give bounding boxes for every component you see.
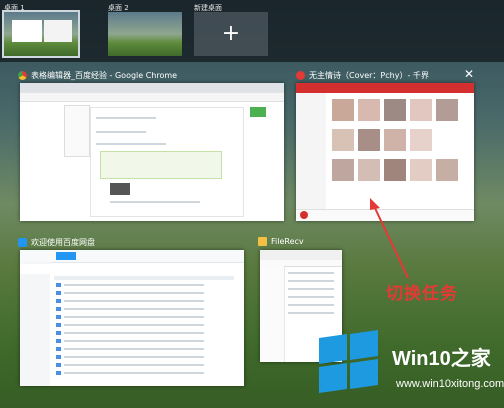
cloud-icon bbox=[18, 238, 27, 247]
annotation-text: 切换任务 bbox=[386, 284, 458, 304]
desktop-2-thumbnail[interactable] bbox=[108, 12, 182, 56]
brand-name: Win10之家 bbox=[392, 348, 491, 370]
close-icon[interactable]: ✕ bbox=[464, 68, 474, 80]
chrome-window-title: 表格编辑器_百度经验 - Google Chrome bbox=[18, 70, 177, 81]
folder-icon bbox=[258, 237, 267, 246]
new-desktop-button[interactable]: + bbox=[194, 12, 268, 56]
desktop-1-thumbnail[interactable] bbox=[2, 10, 80, 58]
plus-icon: + bbox=[221, 21, 241, 46]
desktop-switcher-bar: 桌面 1 桌面 2 新建桌面 + bbox=[0, 0, 504, 62]
brand-url: www.win10xitong.com bbox=[396, 378, 504, 390]
baidupan-window-title: 欢迎使用百度网盘 bbox=[18, 237, 95, 248]
music-window-title: 无主情诗（Cover：Pchy）- 千界 bbox=[296, 70, 429, 81]
annotation-arrow-icon bbox=[370, 198, 409, 279]
windows-logo-icon bbox=[319, 330, 379, 393]
chrome-icon bbox=[18, 71, 27, 80]
chrome-window-preview[interactable] bbox=[20, 83, 284, 221]
baidupan-window-preview[interactable] bbox=[20, 250, 244, 386]
filerecv-window-title: FileRecv bbox=[258, 237, 304, 246]
music-app-icon bbox=[296, 71, 305, 80]
